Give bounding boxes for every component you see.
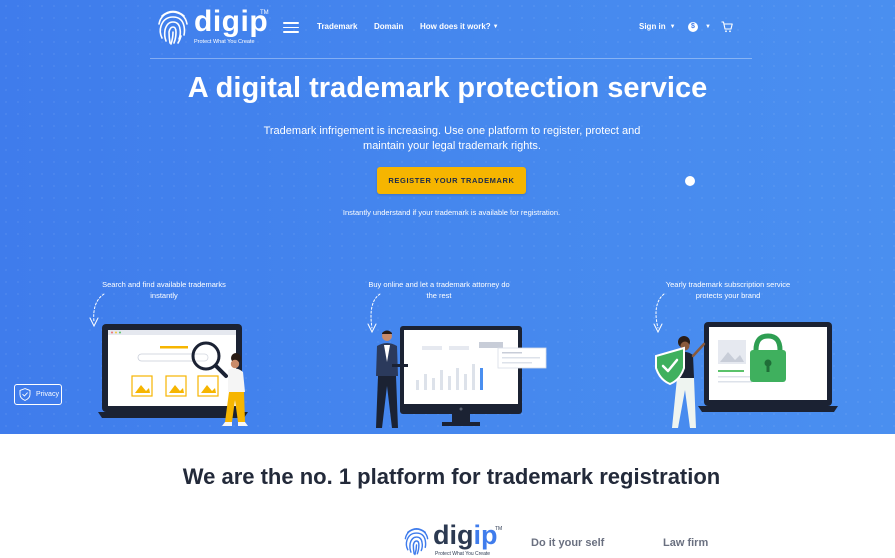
shield-icon [19, 388, 31, 401]
logo2-tagline: Protect What You Create [435, 551, 491, 557]
currency-icon[interactable]: $ [688, 22, 698, 32]
privacy-label: Privacy [36, 391, 59, 398]
section-title: We are the no. 1 platform for trademark … [182, 464, 721, 489]
hero-note: Instantly understand if your trademark i… [342, 208, 561, 217]
comparison-logo: digip TM Protect What You Create [403, 520, 503, 558]
logo[interactable]: digip TM Protect What You Create [156, 5, 269, 48]
search-laptop-illustration [89, 293, 248, 426]
cart-icon[interactable] [721, 21, 733, 33]
fingerprint-icon [404, 527, 429, 556]
privacy-button[interactable]: Privacy [14, 384, 62, 405]
hero-section: digip TM Protect What You Create Tradema… [0, 0, 895, 434]
menu-icon[interactable] [283, 22, 299, 33]
chevron-down-icon: ▼ [705, 24, 711, 30]
hero-title: A digital trademark protection service [187, 72, 708, 104]
header-divider [150, 58, 752, 59]
nav-trademark[interactable]: Trademark [317, 22, 357, 31]
nav-how-it-works[interactable]: How does it work? ▼ [420, 22, 499, 31]
signin-label: Sign in [639, 22, 666, 31]
logo2-text-ip: ip [473, 520, 498, 550]
column-law-firm: Law firm [663, 537, 709, 549]
logo-text-dig: dig [194, 5, 241, 38]
chevron-down-icon: ▼ [492, 24, 499, 30]
logo2-text-dig: dig [433, 520, 474, 550]
nav-domain[interactable]: Domain [374, 22, 403, 31]
shield-lock-illustration [653, 293, 838, 428]
chevron-down-icon: ▼ [669, 24, 676, 30]
nav-how-it-works-label: How does it work? [420, 22, 491, 31]
attorney-monitor-illustration [367, 293, 547, 428]
hero-subtitle: Trademark infrigement is increasing. Use… [263, 125, 641, 152]
column-diy: Do it your self [531, 537, 605, 549]
logo-tm: TM [260, 10, 269, 16]
signin-link[interactable]: Sign in ▼ [639, 22, 676, 31]
logo2-tm: TM [495, 526, 503, 532]
slider-dot[interactable] [685, 176, 695, 186]
register-trademark-button[interactable]: REGISTER YOUR TRADEMARK [377, 167, 526, 194]
fingerprint-icon [158, 10, 188, 45]
logo-tagline: Protect What You Create [194, 39, 255, 45]
